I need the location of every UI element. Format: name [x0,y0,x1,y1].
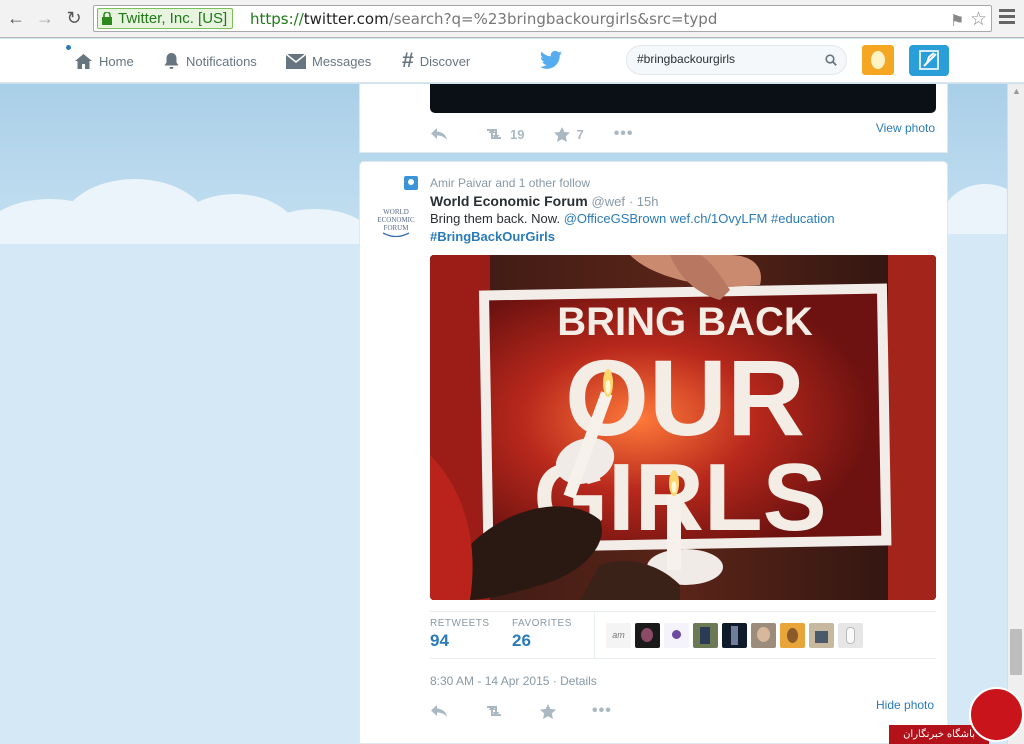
browser-toolbar: ← → ↻ Twitter, Inc. [US] https://twitter… [0,0,1024,38]
reply-icon [431,705,447,717]
ev-certificate-badge[interactable]: Twitter, Inc. [US] [97,8,234,29]
tweet-photo[interactable]: BRING BACK OUR GIRLS [430,255,936,600]
person-icon [404,176,418,190]
nav-discover-label: Discover [419,53,471,69]
nav-notifications-label: Notifications [186,53,257,69]
url-text[interactable]: https://twitter.com/search?q=%23bringbac… [250,10,717,28]
context-text: Amir Paivar and 1 other follow [430,176,591,190]
favoriter-avatar[interactable] [635,623,660,648]
ev-label: Twitter, Inc. [US] [118,10,228,27]
reload-icon[interactable]: ↻ [64,8,84,28]
author-name[interactable]: World Economic Forum [430,193,588,209]
search-box[interactable] [626,45,847,75]
reply-button[interactable] [430,127,454,141]
retweet-count: 19 [510,126,525,142]
scroll-up-arrow-icon[interactable]: ▲ [1012,86,1021,96]
bookmark-star-icon[interactable]: ☆ [970,8,987,31]
tweet-text-plain: Bring them back. Now. [430,211,561,226]
tweet-context: Amir Paivar and 1 other follow [404,176,590,190]
hashtag-link[interactable]: #education [771,211,835,226]
author-handle[interactable]: @wef [592,194,625,209]
retweets-label: RETWEETS [430,618,490,629]
favoriter-avatar[interactable] [722,623,747,648]
address-bar[interactable]: Twitter, Inc. [US] https://twitter.com/s… [93,5,992,32]
search-input[interactable] [637,52,817,66]
favorite-count: 7 [576,126,584,142]
favoriter-avatar[interactable] [838,623,863,648]
browser-menu-icon[interactable] [999,9,1015,27]
favoriter-avatar[interactable] [664,623,689,648]
more-icon[interactable]: ••• [592,702,612,720]
favoriter-avatar[interactable]: am [606,623,631,648]
hashtag-icon: # [402,49,414,72]
url-link[interactable]: wef.ch/1OvyLFM [670,211,768,226]
twitter-bird-icon[interactable] [540,50,562,70]
new-tweets-dot [66,45,71,50]
quill-compose-icon [919,50,939,70]
star-icon [540,703,556,719]
wef-avatar[interactable]: WORLD ECONOMIC FORUM [373,208,419,238]
search-icon[interactable] [825,54,837,66]
wef-logo-text: WORLD ECONOMIC FORUM [377,208,415,232]
page-action-icon[interactable]: ⚑ [950,11,964,31]
details-link[interactable]: · Details [553,674,597,688]
tweet-author[interactable]: World Economic Forum @wef · 15h [430,193,659,209]
retweets-stat[interactable]: RETWEETS 94 [430,618,490,651]
reply-button[interactable] [430,704,454,718]
tweet-card[interactable]: Amir Paivar and 1 other follow WORLD ECO… [359,161,948,744]
favorites-stat[interactable]: FAVORITES 26 [512,618,572,651]
favoriter-avatar[interactable] [693,623,718,648]
lock-icon [102,12,112,25]
compose-tweet-button[interactable] [909,45,949,76]
profile-avatar-button[interactable] [862,45,894,75]
timestamp-text[interactable]: 8:30 AM - 14 Apr 2015 [430,674,549,688]
retweet-button[interactable]: 19 [484,127,524,142]
favoriter-avatar[interactable] [809,623,834,648]
retweets-count: 94 [430,631,449,650]
favoriter-avatar[interactable] [780,623,805,648]
envelope-icon [286,53,306,69]
twitter-top-nav: Home Notifications Messages # Discover [0,39,1024,83]
favorites-label: FAVORITES [512,618,572,629]
favoriter-avatar[interactable] [751,623,776,648]
bell-icon [164,53,179,69]
view-photo-link[interactable]: View photo [876,121,935,135]
stats-divider [594,612,595,658]
favorite-button[interactable]: 7 [554,126,584,142]
nav-messages[interactable]: Messages [286,39,371,83]
hashtag-link-2[interactable]: #BringBackOurGirls [430,229,555,244]
page-scrollbar[interactable]: ▲ [1007,84,1024,744]
tweet-card-previous[interactable]: 19 7 ••• View photo [359,84,948,153]
nav-home-label: Home [99,53,134,69]
tweet-photo-previous[interactable] [430,84,936,113]
egg-avatar-icon [871,51,885,69]
tweet-actions: ••• [430,701,642,721]
reply-icon [431,128,447,140]
retweet-button[interactable] [484,704,510,718]
scrollbar-thumb[interactable] [1010,629,1022,675]
more-icon[interactable]: ••• [614,125,634,143]
news-agency-watermark: باشگاه خبرنگاران [889,687,1024,744]
vigil-photo: BRING BACK OUR GIRLS [430,255,936,600]
tweet-text: Bring them back. Now. @OfficeGSBrown wef… [430,210,900,246]
tweet-stats: RETWEETS 94 FAVORITES 26 am [430,611,936,659]
tweet-actions-previous: 19 7 ••• [430,124,664,144]
favorite-button[interactable] [540,703,562,719]
wef-arc-icon [382,232,410,238]
tweet-timestamp: 8:30 AM - 14 Apr 2015 · Details [430,674,597,688]
tweet-time[interactable]: · 15h [629,194,659,209]
nav-home[interactable]: Home [74,39,134,83]
home-icon [75,53,92,69]
forward-arrow-icon[interactable]: → [35,8,55,28]
nav-notifications[interactable]: Notifications [163,39,257,83]
retweet-icon [487,706,501,716]
retweet-icon [487,129,501,139]
watermark-logo-icon [969,687,1024,742]
back-arrow-icon[interactable]: ← [6,8,26,28]
nav-discover[interactable]: # Discover [402,39,470,83]
star-icon [554,126,571,142]
mention-link[interactable]: @OfficeGSBrown [564,211,667,226]
favorites-count: 26 [512,631,531,650]
nav-messages-label: Messages [312,53,372,69]
